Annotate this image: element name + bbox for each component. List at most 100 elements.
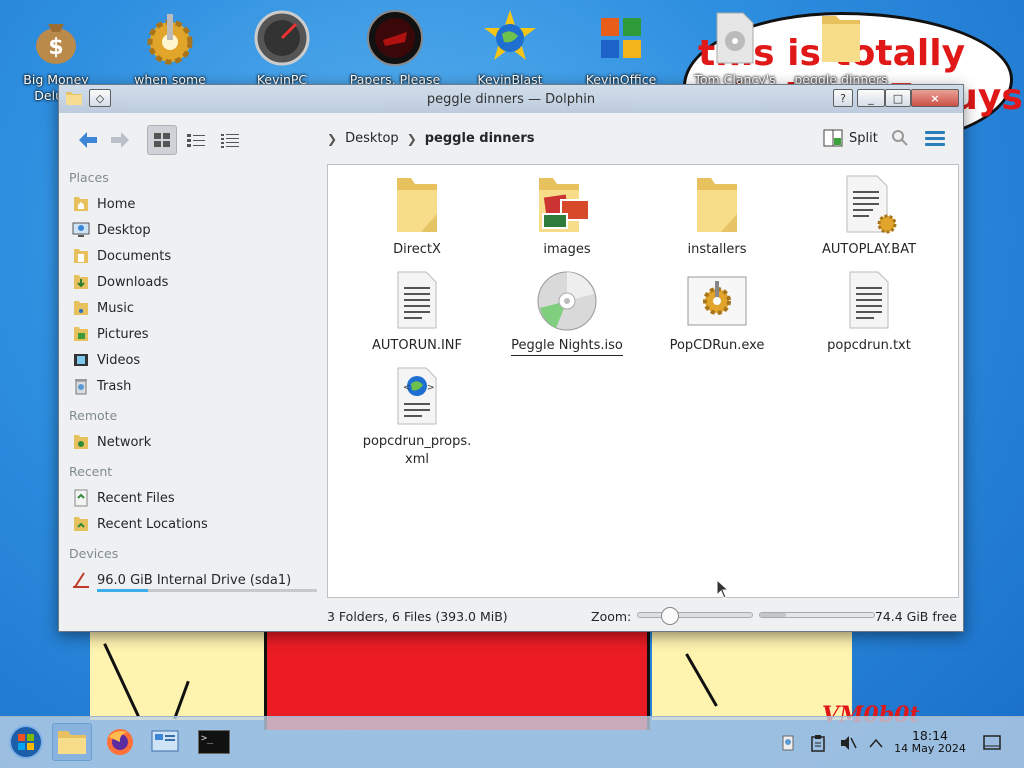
folder-icon — [385, 173, 449, 237]
details-view-icon — [221, 134, 239, 148]
recent-header: Recent — [69, 464, 113, 479]
drive-icon — [71, 570, 91, 590]
close-button[interactable]: × — [911, 89, 959, 107]
folder-icon — [58, 731, 86, 754]
sidebar-item-recent-locations[interactable]: Recent Locations — [63, 511, 321, 537]
zoom-slider-handle[interactable] — [661, 607, 680, 625]
status-bar: 3 Folders, 6 Files (393.0 MiB) Zoom: 74.… — [327, 605, 959, 627]
svg-text:$: $ — [48, 35, 63, 60]
taskbar-file-manager[interactable] — [52, 723, 92, 761]
file-item-autoplay-bat[interactable]: AUTOPLAY.BAT — [794, 173, 944, 259]
hamburger-menu-icon[interactable] — [925, 131, 945, 149]
folder-icon — [811, 8, 871, 68]
terminal-icon: >_ — [198, 730, 230, 754]
taskbar-system-settings[interactable] — [146, 723, 186, 761]
split-view-icon — [823, 129, 843, 147]
sidebar-item-pictures[interactable]: Pictures — [63, 321, 321, 347]
folder-summary: 3 Folders, 6 Files (393.0 MiB) — [327, 608, 508, 624]
sidebar-item-network[interactable]: Network — [63, 429, 321, 455]
desktop-icon-peggle-dinners[interactable]: peggle dinners — [786, 0, 896, 88]
file-item-peggle-nights-iso[interactable]: Peggle Nights.iso — [492, 269, 642, 356]
forward-arrow-icon[interactable] — [107, 129, 133, 151]
grid-view-icon — [154, 133, 170, 147]
sidebar-item-internal-drive[interactable]: 96.0 GiB Internal Drive (sda1) — [63, 567, 321, 593]
images-folder-icon — [535, 173, 599, 237]
file-item-popcdrun-txt[interactable]: popcdrun.txt — [794, 269, 944, 355]
clock[interactable]: 18:14 14 May 2024 — [890, 729, 970, 755]
taskbar-terminal[interactable]: >_ — [194, 723, 234, 761]
file-item-images[interactable]: images — [492, 173, 642, 259]
speedometer-icon — [252, 8, 312, 68]
pictures-icon — [71, 324, 91, 344]
text-file-icon — [385, 269, 449, 333]
toolbar: ❯ Desktop ❯ peggle dinners Split — [59, 113, 963, 163]
icons-view-button[interactable] — [147, 125, 177, 155]
taskbar: >_ 18:14 14 May 2024 — [0, 716, 1024, 768]
free-space-bar — [759, 612, 875, 618]
file-item-autorun-inf[interactable]: AUTORUN.INF — [342, 269, 492, 355]
wallpaper-red-shape — [264, 630, 650, 730]
desktop-icon — [71, 220, 91, 240]
chevron-up-icon[interactable] — [866, 733, 886, 753]
devices-header: Devices — [69, 546, 119, 561]
places-header: Places — [69, 170, 109, 185]
network-icon — [71, 432, 91, 452]
taskbar-firefox[interactable] — [100, 723, 140, 761]
show-desktop-icon[interactable] — [982, 733, 1002, 753]
disc-file-icon — [705, 8, 765, 68]
sidebar-item-documents[interactable]: Documents — [63, 243, 321, 269]
clipboard-icon[interactable] — [808, 733, 828, 753]
control-panel-icon — [151, 730, 179, 752]
file-item-popcdrun-props-xml[interactable]: < > popcdrun_props. xml — [342, 365, 492, 469]
help-button[interactable]: ? — [833, 89, 853, 107]
gear-icon — [140, 8, 200, 68]
documents-icon — [71, 246, 91, 266]
device-notifier-icon[interactable] — [778, 733, 798, 753]
money-bag-icon: $ — [26, 8, 86, 68]
file-item-installers[interactable]: installers — [642, 173, 792, 259]
music-icon — [71, 298, 91, 318]
downloads-icon — [71, 272, 91, 292]
breadcrumb-desktop[interactable]: Desktop — [345, 131, 399, 146]
back-arrow-icon[interactable] — [75, 129, 101, 151]
script-file-icon — [837, 173, 901, 237]
chevron-right-icon: ❯ — [327, 131, 338, 146]
svg-text:<: < — [403, 383, 411, 393]
free-space-label: 74.4 GiB free — [874, 608, 957, 624]
sidebar-item-music[interactable]: Music — [63, 295, 321, 321]
compact-view-icon — [187, 134, 205, 147]
text-file-icon — [837, 269, 901, 333]
desktop-icon-papers-please[interactable]: Papers, Please — [340, 0, 450, 88]
mouse-pointer-icon — [716, 578, 730, 603]
sidebar-item-recent-files[interactable]: Recent Files — [63, 485, 321, 511]
breadcrumb-current[interactable]: peggle dinners — [425, 131, 535, 146]
sidebar-item-desktop[interactable]: Desktop — [63, 217, 321, 243]
zoom-slider[interactable] — [637, 607, 753, 625]
videos-icon — [71, 350, 91, 370]
details-view-button[interactable] — [215, 125, 245, 155]
compact-view-button[interactable] — [181, 125, 211, 155]
sidebar-item-downloads[interactable]: Downloads — [63, 269, 321, 295]
xml-file-icon: < > — [385, 365, 449, 429]
split-button[interactable]: Split — [823, 129, 878, 147]
window-title: peggle dinners — Dolphin — [426, 92, 596, 107]
chevron-right-icon: ❯ — [406, 131, 417, 146]
search-icon[interactable] — [891, 129, 909, 152]
clock-time: 18:14 — [911, 728, 949, 743]
drive-usage-bar — [97, 589, 317, 592]
window-titlebar[interactable]: ◇ peggle dinners — Dolphin ? _ □ × — [59, 85, 963, 113]
sidebar-item-trash[interactable]: Trash — [63, 373, 321, 399]
recent-files-icon — [71, 488, 91, 508]
volume-muted-icon[interactable] — [838, 733, 858, 753]
file-item-directx[interactable]: DirectX — [342, 173, 492, 259]
file-manager-window: ◇ peggle dinners — Dolphin ? _ □ × ❯ Des… — [58, 84, 964, 632]
recent-locations-icon — [71, 514, 91, 534]
maximize-button[interactable]: □ — [885, 89, 911, 107]
zoom-label: Zoom: — [591, 608, 632, 624]
file-item-popcdrun-exe[interactable]: PopCDRun.exe — [642, 269, 792, 355]
sidebar-item-videos[interactable]: Videos — [63, 347, 321, 373]
sidebar-item-home[interactable]: Home — [63, 191, 321, 217]
start-button[interactable] — [6, 723, 46, 761]
file-view[interactable]: DirectX images installers AUTOPLAY.BAT A… — [327, 164, 959, 599]
minimize-button[interactable]: _ — [857, 89, 885, 107]
